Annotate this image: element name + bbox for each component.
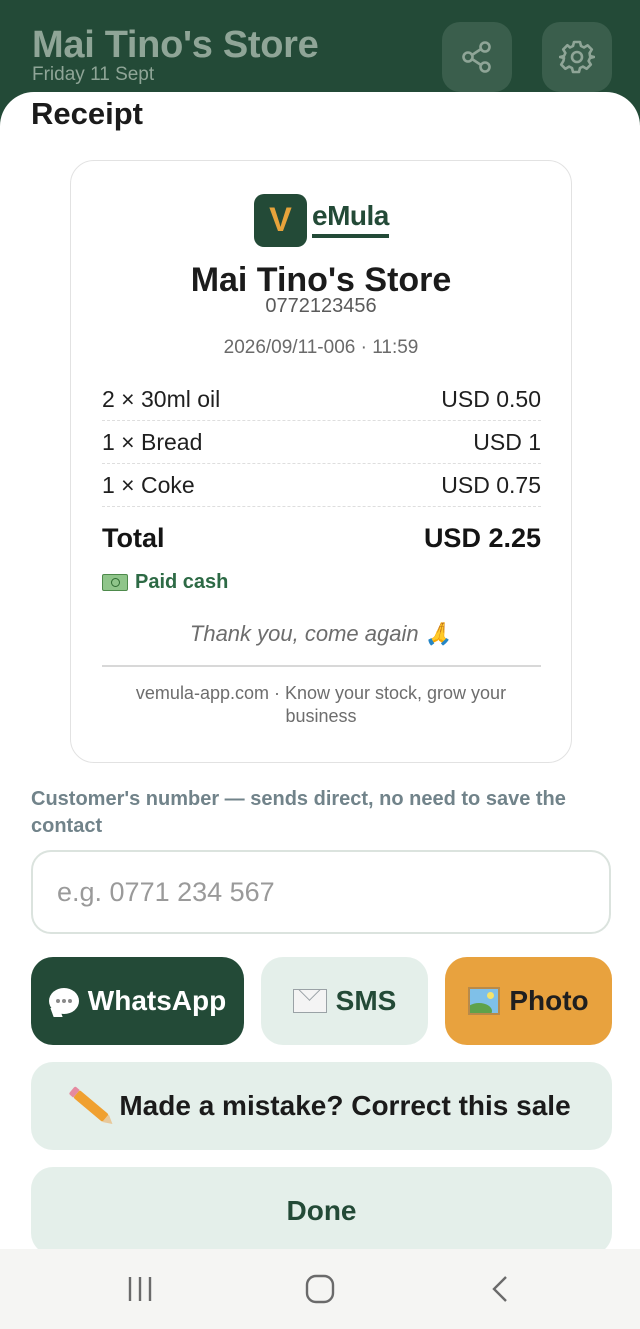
vemula-logo: V eMula xyxy=(254,194,389,247)
list-item: 1 × Bread USD 1 xyxy=(102,421,541,464)
correct-sale-button[interactable]: Made a mistake? Correct this sale xyxy=(31,1062,612,1150)
back-icon xyxy=(492,1276,507,1302)
receipt-sheet: Receipt V eMula Mai Tino's Store 0772123… xyxy=(0,92,640,1255)
picture-icon xyxy=(468,987,501,1015)
receipt-card: V eMula Mai Tino's Store 0772123456 2026… xyxy=(70,160,572,763)
recent-apps-icon xyxy=(128,1277,152,1301)
store-title: Mai Tino's Store xyxy=(32,24,319,66)
back-button[interactable] xyxy=(482,1271,518,1307)
payment-status-label: Paid cash xyxy=(135,571,229,593)
total-label: Total xyxy=(102,523,165,553)
photo-button[interactable]: Photo xyxy=(445,957,612,1045)
list-item: 1 × Coke USD 0.75 xyxy=(102,464,541,507)
photo-label: Photo xyxy=(509,985,589,1016)
payment-status: Paid cash xyxy=(102,571,228,594)
receipt-reference: 2026/09/11-006 · 11:59 xyxy=(223,337,419,358)
item-description: 1 × Bread xyxy=(102,428,203,455)
sms-button[interactable]: SMS xyxy=(261,957,428,1045)
gear-icon xyxy=(559,40,595,74)
item-price: USD 1 xyxy=(473,428,541,455)
header-date: Friday 11 Sept xyxy=(32,64,155,85)
list-item: 2 × 30ml oil USD 0.50 xyxy=(102,378,541,421)
share-icon xyxy=(462,41,491,73)
pencil-icon xyxy=(73,1089,110,1123)
share-button[interactable] xyxy=(442,22,512,92)
whatsapp-label: WhatsApp xyxy=(87,985,227,1016)
thank-you-note: Thank you, come again 🙏 xyxy=(189,621,453,646)
item-price: USD 0.75 xyxy=(441,471,541,498)
cash-icon xyxy=(102,574,128,591)
whatsapp-button[interactable]: WhatsApp xyxy=(31,957,244,1045)
speech-bubble-icon xyxy=(48,988,79,1014)
receipt-divider xyxy=(102,665,541,667)
correct-sale-label: Made a mistake? Correct this sale xyxy=(119,1090,571,1121)
customer-number-input[interactable] xyxy=(31,850,611,934)
logo-mark: V xyxy=(254,194,307,247)
receipt-footer: vemula-app.com · Know your stock, grow y… xyxy=(135,683,507,726)
home-button[interactable] xyxy=(300,1271,340,1307)
done-label: Done xyxy=(286,1195,357,1226)
settings-button[interactable] xyxy=(542,22,612,92)
item-description: 1 × Coke xyxy=(102,471,195,498)
done-button[interactable]: Done xyxy=(31,1167,612,1255)
home-icon xyxy=(305,1274,335,1304)
item-price: USD 0.50 xyxy=(441,385,541,412)
envelope-icon xyxy=(292,989,327,1013)
system-nav-bar xyxy=(0,1249,640,1329)
receipt-store-phone: 0772123456 xyxy=(265,295,377,317)
sheet-title: Receipt xyxy=(31,96,143,131)
total-row: Total USD 2.25 xyxy=(102,523,541,554)
sms-label: SMS xyxy=(335,985,397,1016)
item-description: 2 × 30ml oil xyxy=(102,385,221,412)
total-value: USD 2.25 xyxy=(423,523,541,553)
customer-number-label: Customer's number — sends direct, no nee… xyxy=(31,788,566,837)
receipt-items: 2 × 30ml oil USD 0.50 1 × Bread USD 1 1 … xyxy=(102,378,541,507)
recent-apps-button[interactable] xyxy=(122,1271,158,1307)
logo-text: eMula xyxy=(312,200,389,238)
